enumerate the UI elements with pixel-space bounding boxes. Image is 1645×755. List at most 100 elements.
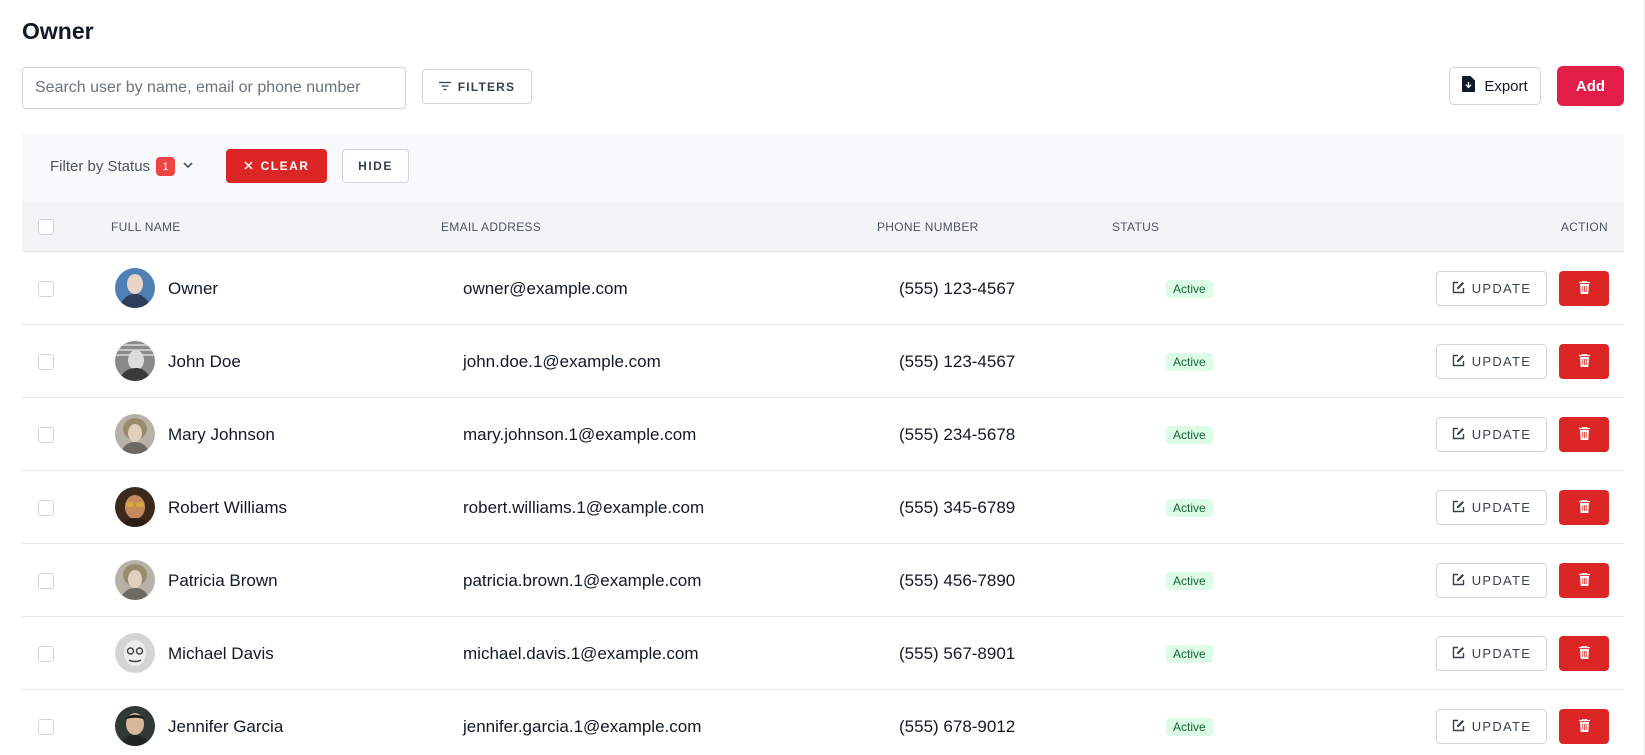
delete-button[interactable] [1559,563,1609,598]
row-full-name: Michael Davis [168,644,274,663]
status-badge: Active [1166,572,1213,590]
chevron-down-icon [181,158,195,176]
delete-button[interactable] [1559,490,1609,525]
row-email: owner@example.com [463,279,628,298]
row-checkbox[interactable] [38,281,54,297]
delete-button[interactable] [1559,709,1609,744]
row-full-name: Patricia Brown [168,571,278,590]
update-button-label: UPDATE [1471,719,1532,734]
column-header-phone: PHONE NUMBER [877,220,979,234]
status-badge: Active [1166,426,1213,444]
row-full-name: Jennifer Garcia [168,717,284,736]
avatar [115,633,155,673]
row-checkbox[interactable] [38,646,54,662]
edit-icon [1452,427,1465,443]
edit-icon [1452,500,1465,516]
trash-icon [1578,717,1590,735]
avatar [115,414,155,454]
row-email: jennifer.garcia.1@example.com [463,717,702,736]
filters-button-label: FILTERS [457,79,516,94]
update-button[interactable]: UPDATE [1436,636,1547,671]
update-button-label: UPDATE [1471,646,1532,661]
row-phone: (555) 567-8901 [899,644,1016,663]
row-email: patricia.brown.1@example.com [463,571,702,590]
update-button-label: UPDATE [1471,354,1532,369]
delete-button[interactable] [1559,636,1609,671]
trash-icon [1578,425,1590,443]
edit-icon [1452,646,1465,662]
row-full-name: Robert Williams [168,498,288,517]
export-button-label: Export [1484,77,1528,95]
filter-count-badge: 1 [156,157,176,176]
update-button-label: UPDATE [1471,427,1532,442]
page-title: Owner [22,18,94,44]
trash-icon [1578,279,1590,297]
filters-button[interactable]: FILTERS [422,69,532,104]
column-header-action: ACTION [1560,220,1608,234]
select-all-checkbox[interactable] [38,219,54,235]
row-phone: (555) 234-5678 [899,425,1016,444]
update-button[interactable]: UPDATE [1436,344,1547,379]
update-button[interactable]: UPDATE [1436,563,1547,598]
column-header-status: STATUS [1112,220,1160,234]
row-full-name: John Doe [168,352,241,371]
delete-button[interactable] [1559,344,1609,379]
update-button[interactable]: UPDATE [1436,490,1547,525]
status-filter-dropdown[interactable]: Filter by Status 1 [50,157,195,176]
trash-icon [1578,644,1590,662]
trash-icon [1578,352,1590,370]
table-row: John Doe john.doe.1@example.com (555) 12… [22,325,1624,398]
table-row: Owner owner@example.com (555) 123-4567 A… [22,252,1624,325]
search-input[interactable] [22,67,406,109]
status-badge: Active [1166,499,1213,517]
avatar [115,268,155,308]
trash-icon [1578,571,1590,589]
edit-icon [1452,719,1465,735]
avatar [115,341,155,381]
close-icon [244,159,253,173]
update-button[interactable]: UPDATE [1436,709,1547,744]
table-row: Robert Williams robert.williams.1@exampl… [22,471,1624,544]
row-checkbox[interactable] [38,573,54,589]
table-row: Mary Johnson mary.johnson.1@example.com … [22,398,1624,471]
edit-icon [1452,354,1465,370]
export-button[interactable]: Export [1449,67,1541,105]
avatar [115,487,155,527]
row-checkbox[interactable] [38,719,54,735]
filter-bar: Filter by Status 1 CLEAR HIDE [22,133,1624,202]
update-button[interactable]: UPDATE [1436,271,1547,306]
clear-button-label: CLEAR [260,159,310,173]
row-checkbox[interactable] [38,500,54,516]
row-phone: (555) 123-4567 [899,352,1016,371]
edit-icon [1452,281,1465,297]
delete-button[interactable] [1559,271,1609,306]
table-row: Jennifer Garcia jennifer.garcia.1@exampl… [22,690,1624,755]
row-full-name: Mary Johnson [168,425,275,444]
row-checkbox[interactable] [38,354,54,370]
edit-icon [1452,573,1465,589]
avatar [115,560,155,600]
update-button[interactable]: UPDATE [1436,417,1547,452]
table-row: Patricia Brown patricia.brown.1@example.… [22,544,1624,617]
row-phone: (555) 456-7890 [899,571,1016,590]
row-phone: (555) 678-9012 [899,717,1016,736]
row-checkbox[interactable] [38,427,54,443]
filter-lines-icon [438,80,451,94]
column-header-full-name: FULL NAME [111,220,181,234]
add-button[interactable]: Add [1557,66,1624,106]
clear-filters-button[interactable]: CLEAR [226,149,327,183]
hide-filters-button[interactable]: HIDE [342,149,409,183]
update-button-label: UPDATE [1471,500,1532,515]
status-badge: Active [1166,718,1213,736]
row-email: michael.davis.1@example.com [463,644,699,663]
row-phone: (555) 345-6789 [899,498,1016,517]
status-filter-label: Filter by Status [50,158,151,175]
row-email: john.doe.1@example.com [463,352,661,371]
status-badge: Active [1166,280,1213,298]
file-download-icon [1462,76,1476,96]
table-row: Michael Davis michael.davis.1@example.co… [22,617,1624,690]
table-header: FULL NAME EMAIL ADDRESS PHONE NUMBER STA… [22,202,1624,252]
trash-icon [1578,498,1590,516]
delete-button[interactable] [1559,417,1609,452]
update-button-label: UPDATE [1471,573,1532,588]
